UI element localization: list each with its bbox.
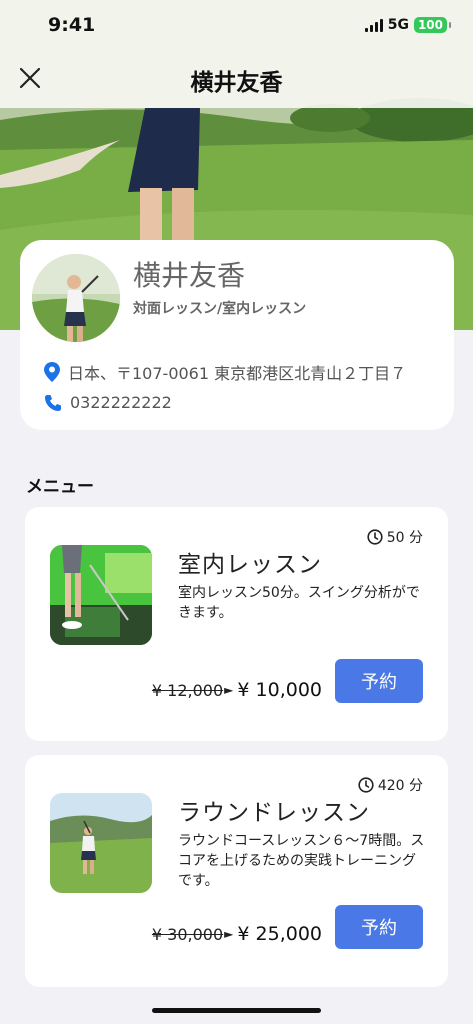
duration: 50 分 (367, 527, 423, 547)
phone-text: 0322222222 (70, 393, 172, 412)
page-title: 横井友香 (190, 70, 283, 96)
lesson-thumbnail (50, 545, 152, 645)
home-indicator (152, 1008, 321, 1013)
location-pin-icon (44, 362, 60, 382)
menu-heading: メニュー (26, 477, 94, 497)
phone-icon (45, 394, 61, 411)
signal-icon (364, 18, 383, 32)
battery-icon: 100 (413, 17, 452, 33)
address-text: 日本、〒107-0061 東京都港区北青山２丁目７ (68, 364, 407, 383)
screen: 9:41 5G 100 横井友香 横井友香 対面レッスン/室内レッスン 日本、〒… (0, 0, 473, 1024)
sale-price: ¥ 10,000 (237, 679, 322, 701)
coach-name: 横井友香 (133, 259, 246, 292)
address-row[interactable]: 日本、〒107-0061 東京都港区北青山２丁目７ (44, 360, 406, 384)
lesson-types: 対面レッスン/室内レッスン (133, 301, 307, 317)
original-price: ¥ 12,000 (151, 680, 224, 700)
lesson-title: 室内レッスン (178, 552, 322, 578)
price-row: ¥ 12,000 ► ¥ 10,000 (152, 679, 322, 701)
reserve-button[interactable]: 予約 (335, 905, 423, 949)
clock-icon (367, 529, 383, 545)
menu-card[interactable]: 420 分 ラウンドレッスン ラウンドコースレッスン６〜7時間。スコアを上げるた… (25, 755, 448, 987)
clock-icon (358, 777, 374, 793)
duration: 420 分 (358, 775, 423, 795)
lesson-title: ラウンドレッスン (178, 800, 370, 826)
status-indicators: 5G 100 (364, 17, 452, 33)
arrow-right-icon: ► (224, 927, 234, 941)
arrow-right-icon: ► (224, 683, 234, 697)
duration-text: 420 分 (377, 778, 423, 794)
sale-price: ¥ 25,000 (237, 923, 322, 945)
navigation-bar: 9:41 5G 100 横井友香 (0, 0, 473, 108)
lesson-description: ラウンドコースレッスン６〜7時間。スコアを上げるための実践トレーニングです。 (178, 833, 425, 889)
avatar (32, 254, 120, 342)
price-row: ¥ 30,000 ► ¥ 25,000 (152, 923, 322, 945)
menu-card[interactable]: 50 分 室内レッスン 室内レッスン50分。スイング分析ができます。 ¥ 12,… (25, 507, 448, 741)
phone-row[interactable]: 0322222222 (44, 393, 172, 412)
original-price: ¥ 30,000 (151, 924, 224, 944)
profile-card: 横井友香 対面レッスン/室内レッスン 日本、〒107-0061 東京都港区北青山… (20, 240, 454, 430)
lesson-thumbnail (50, 793, 152, 893)
status-time: 9:41 (48, 14, 96, 36)
lesson-description: 室内レッスン50分。スイング分析ができます。 (178, 585, 420, 621)
duration-text: 50 分 (386, 530, 423, 546)
network-type: 5G (387, 17, 409, 33)
reserve-button[interactable]: 予約 (335, 659, 423, 703)
